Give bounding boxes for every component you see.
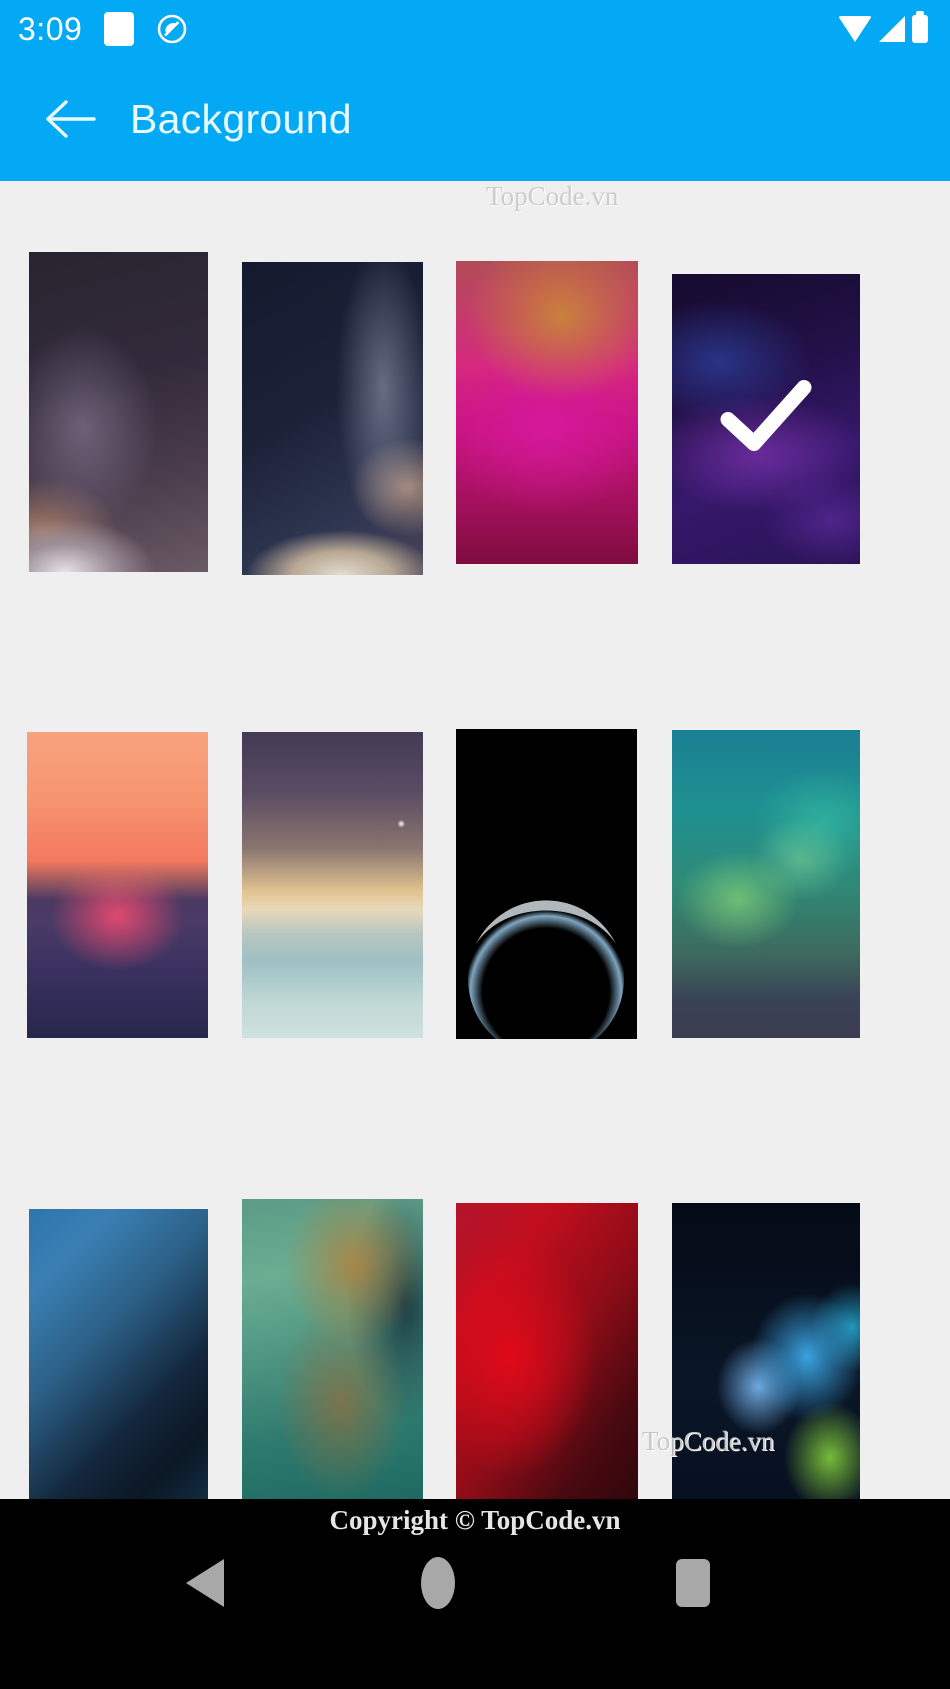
copyright-watermark: Copyright © TopCode.vn	[329, 1505, 621, 1535]
wallpaper-thumbnail-10[interactable]	[242, 1199, 423, 1499]
do-not-disturb-icon	[156, 13, 188, 45]
status-system-icons	[838, 0, 932, 57]
wallpaper-thumbnail-2[interactable]	[242, 262, 423, 575]
system-icon-group	[838, 10, 932, 43]
thumbnail-image-12	[672, 1203, 860, 1499]
battery-icon	[912, 10, 928, 43]
wallpaper-thumbnail-5[interactable]	[27, 732, 208, 1038]
android-navigation-bar: Copyright © TopCode.vn	[0, 1499, 950, 1689]
wallpaper-thumbnail-1[interactable]	[29, 252, 208, 572]
white-square-icon	[104, 11, 135, 46]
watermark-top: TopCode.vn	[486, 181, 619, 211]
status-time: 3:09	[18, 10, 83, 47]
nav-back-icon[interactable]	[186, 1559, 224, 1607]
wallpaper-gallery[interactable]: TopCode.vn TopCode.vn	[0, 181, 950, 1499]
wallpaper-thumbnail-3[interactable]	[456, 261, 638, 564]
thumbnail-image-3	[456, 261, 638, 564]
thumbnail-image-9	[29, 1209, 208, 1499]
signal-icon	[879, 15, 905, 42]
thumbnail-image-5	[27, 732, 208, 1038]
wallpaper-thumbnail-7[interactable]	[456, 729, 637, 1039]
check-icon	[720, 378, 812, 461]
wallpaper-thumbnail-8[interactable]	[672, 730, 860, 1038]
wallpaper-thumbnail-9[interactable]	[29, 1209, 208, 1499]
app-bar: Background	[0, 57, 950, 181]
wallpaper-thumbnail-6[interactable]	[242, 732, 423, 1038]
thumbnail-image-10	[242, 1199, 423, 1499]
wifi-icon	[838, 15, 872, 42]
arrow-left-icon[interactable]	[45, 93, 97, 145]
thumbnail-image-1	[29, 252, 208, 572]
thumbnail-image-6	[242, 732, 423, 1038]
wallpaper-thumbnail-12[interactable]	[672, 1203, 860, 1499]
nav-recent-apps-icon[interactable]	[676, 1559, 710, 1607]
thumbnail-image-8	[672, 730, 860, 1038]
page-title: Background	[130, 95, 352, 142]
wallpaper-thumbnail-11[interactable]	[456, 1203, 638, 1499]
nav-home-icon[interactable]	[421, 1557, 455, 1609]
wallpaper-thumbnail-4[interactable]	[672, 274, 860, 564]
nav-button-group	[0, 1551, 950, 1631]
status-bar: 3:09	[0, 0, 950, 57]
thumbnail-image-11	[456, 1203, 638, 1499]
thumbnail-image-2	[242, 262, 423, 575]
